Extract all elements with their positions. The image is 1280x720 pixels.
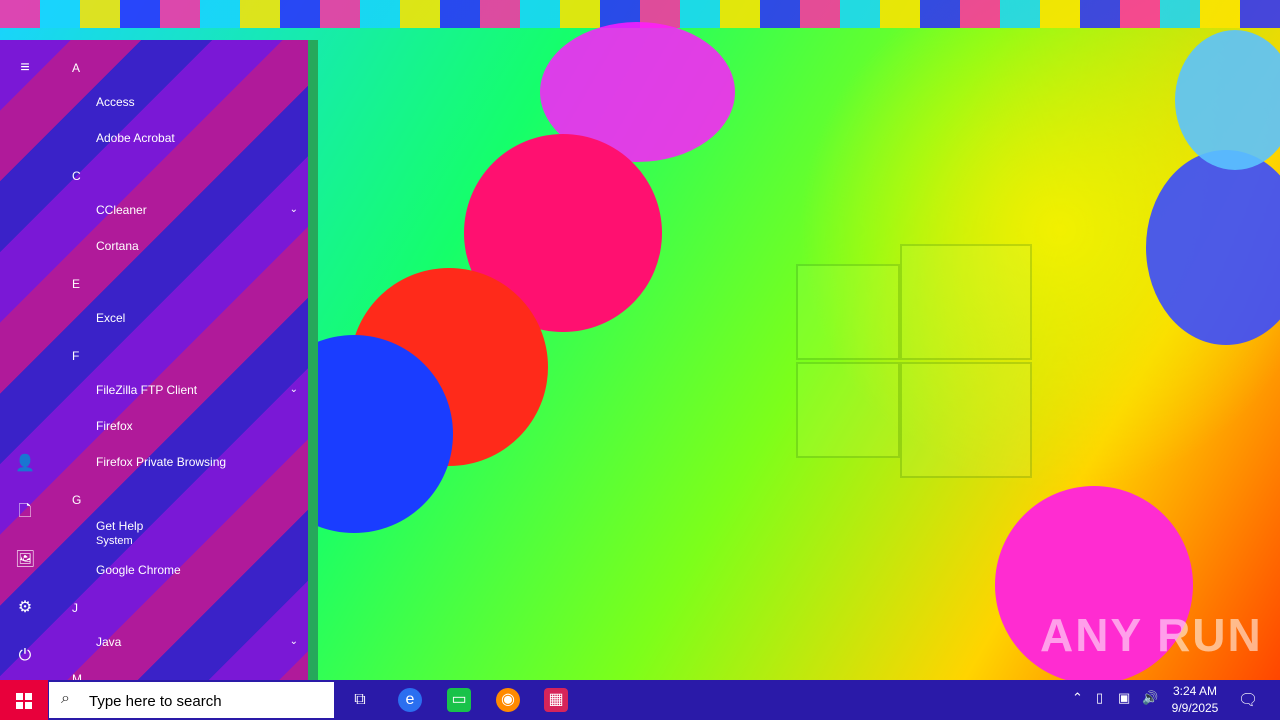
- group-letter-e[interactable]: E: [72, 277, 80, 291]
- pictures-icon[interactable]: 🖼: [15, 550, 35, 570]
- windows-icon: [16, 693, 32, 709]
- watermark: ANY RUN: [1040, 609, 1263, 661]
- document-icon[interactable]: 🗋: [15, 502, 35, 522]
- network-icon[interactable]: ▣: [1118, 690, 1130, 706]
- group-letter-a[interactable]: A: [72, 61, 80, 75]
- task-view-icon[interactable]: ⧉: [348, 688, 372, 712]
- notification-icon[interactable]: 🗨: [1238, 690, 1258, 710]
- windows-logo-wallpaper: [796, 244, 1032, 478]
- clock-time: 3:24 AM: [1172, 684, 1218, 698]
- settings-icon[interactable]: ⚙: [15, 598, 35, 618]
- app-firefox-private[interactable]: Firefox Private Browsing: [96, 455, 226, 469]
- battery-icon[interactable]: ▯: [1096, 690, 1103, 706]
- edge-icon[interactable]: e: [398, 688, 422, 712]
- clock[interactable]: 3:24 AM 9/9/2025: [1166, 683, 1224, 717]
- hamburger-icon[interactable]: ≡: [15, 58, 35, 78]
- app-list: A Access Adobe Acrobat C CCleaner ⌄ Cort…: [50, 40, 308, 686]
- wallpaper-shape: [1175, 30, 1280, 170]
- chevron-down-icon[interactable]: ⌄: [290, 204, 298, 215]
- start-button[interactable]: [0, 680, 48, 720]
- user-icon[interactable]: 👤: [15, 454, 35, 474]
- file-explorer-icon[interactable]: ▭: [447, 688, 471, 712]
- app-get-help-sublabel: System: [96, 535, 133, 547]
- start-menu-rail: ≡ 👤 🗋 🖼 ⚙ ⏻: [0, 40, 50, 680]
- taskbar: ⌕ ⧉ e ▭ ◉ ▦ ⌃ ▯ ▣ 🔊 3:24 AM 9/9/2025 🗨: [0, 680, 1280, 720]
- app-get-help[interactable]: Get Help: [96, 519, 143, 533]
- wallpaper-shape: [1146, 150, 1280, 345]
- app-adobe-acrobat[interactable]: Adobe Acrobat: [96, 131, 175, 145]
- start-menu: ≡ 👤 🗋 🖼 ⚙ ⏻ A Access Adobe Acrobat C CCl…: [0, 40, 318, 686]
- start-menu-scrollbar[interactable]: [308, 40, 318, 680]
- app-google-chrome[interactable]: Google Chrome: [96, 563, 181, 577]
- chevron-up-icon[interactable]: ⌃: [1072, 690, 1083, 706]
- group-letter-g[interactable]: G: [72, 493, 81, 507]
- volume-icon[interactable]: 🔊: [1142, 690, 1158, 706]
- app-access[interactable]: Access: [96, 95, 135, 109]
- group-letter-c[interactable]: C: [72, 169, 81, 183]
- firefox-icon[interactable]: ◉: [496, 688, 520, 712]
- app-filezilla[interactable]: FileZilla FTP Client: [96, 383, 197, 397]
- chevron-down-icon[interactable]: ⌄: [290, 636, 298, 647]
- group-letter-j[interactable]: J: [72, 601, 78, 615]
- app-firefox[interactable]: Firefox: [96, 419, 133, 433]
- taskbar-search[interactable]: ⌕: [49, 682, 334, 718]
- winrar-icon[interactable]: ▦: [544, 688, 568, 712]
- clock-date: 9/9/2025: [1171, 701, 1219, 715]
- power-icon[interactable]: ⏻: [15, 646, 35, 666]
- search-input[interactable]: [87, 690, 291, 712]
- group-letter-f[interactable]: F: [72, 349, 79, 363]
- app-ccleaner[interactable]: CCleaner: [96, 203, 147, 217]
- app-java[interactable]: Java: [96, 635, 121, 649]
- app-cortana[interactable]: Cortana: [96, 239, 139, 253]
- app-excel[interactable]: Excel: [96, 311, 125, 325]
- chevron-down-icon[interactable]: ⌄: [290, 384, 298, 395]
- search-icon: ⌕: [61, 690, 70, 707]
